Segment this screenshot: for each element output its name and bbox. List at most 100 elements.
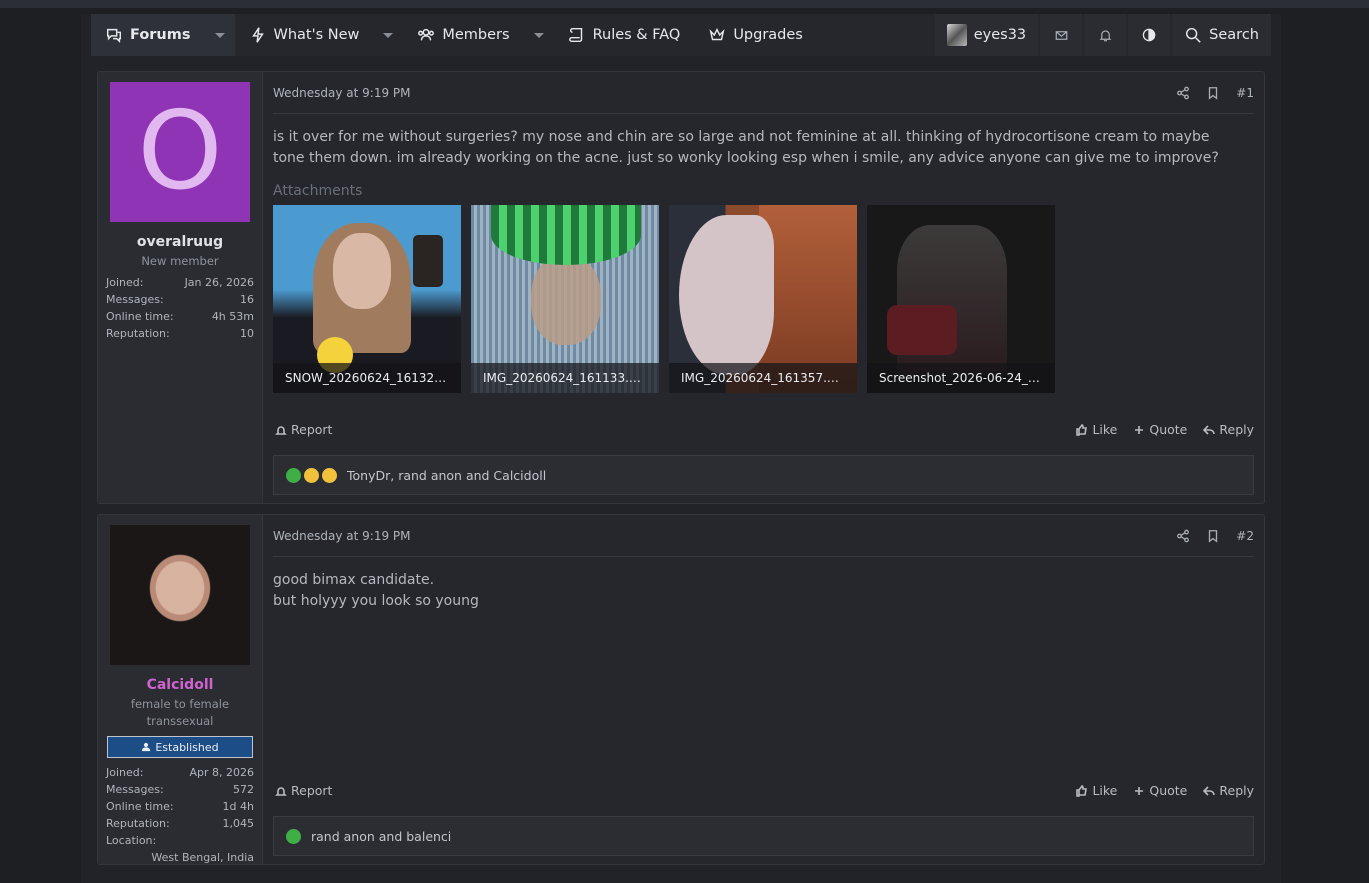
user-avatar[interactable]: O [110, 82, 250, 222]
messages-value: 572 [233, 783, 254, 796]
post-header: Wednesday at 9:19 PM #1 [273, 72, 1254, 114]
post-actions: Report Like Quote Reply [273, 783, 1254, 798]
avatar-letter: O [137, 89, 223, 214]
theme-toggle-button[interactable] [1128, 14, 1171, 56]
post-author-name[interactable]: overalruug [106, 234, 254, 250]
reply-label: Reply [1219, 422, 1254, 437]
crown-icon [709, 27, 725, 41]
reactions-bar[interactable]: TonyDr, rand anon and Calcidoll [273, 455, 1254, 495]
scroll-icon [568, 27, 582, 43]
report-label: Report [291, 422, 333, 437]
nav-tab-members[interactable]: Members [403, 14, 523, 56]
bookmark-icon[interactable] [1206, 86, 1220, 100]
messages-label: Messages: [106, 293, 164, 306]
reactions-bar[interactable]: rand anon and balenci [273, 816, 1254, 856]
attachment-thumbnail[interactable]: SNOW_20260624_161324_... [273, 205, 461, 393]
search-button[interactable]: Search [1172, 14, 1271, 56]
bolt-icon [251, 27, 264, 43]
messages-value: 16 [240, 293, 254, 306]
nav-tab-upgrades[interactable]: Upgrades [694, 14, 817, 56]
reply-button[interactable]: Reply [1203, 422, 1254, 437]
account-button[interactable]: eyes33 [934, 14, 1039, 56]
like-button[interactable]: Like [1076, 783, 1117, 798]
whats-new-dropdown-caret[interactable] [373, 14, 403, 56]
envelope-icon [1055, 30, 1068, 40]
post-author-name[interactable]: Calcidoll [106, 677, 254, 693]
reactions-users[interactable]: rand anon and balenci [311, 829, 451, 844]
report-button[interactable]: Report [275, 783, 332, 798]
message-line: but holyyy you look so young [273, 593, 479, 609]
nav-members-label: Members [442, 27, 510, 43]
quote-label: Quote [1149, 422, 1188, 437]
like-reaction-icon [286, 467, 301, 483]
nav-tab-forums[interactable]: Forums [91, 14, 205, 56]
reply-icon [1203, 424, 1216, 435]
attachments-heading: Attachments [273, 183, 363, 199]
nav-rules-label: Rules & FAQ [592, 27, 681, 43]
share-icon[interactable] [1176, 86, 1190, 100]
post-message: is it over for me without surgeries? my … [273, 129, 1219, 166]
user-avatar [946, 24, 967, 46]
post-header: Wednesday at 9:19 PM #2 [273, 515, 1254, 557]
joined-value: Jan 26, 2026 [184, 276, 254, 289]
bell-icon [275, 786, 287, 796]
chevron-down-icon [533, 32, 544, 38]
post-number[interactable]: #1 [1236, 86, 1254, 100]
quote-button[interactable]: Quote [1133, 422, 1187, 437]
user-stats: Joined: Jan 26, 2026 Messages: 16 Online t… [106, 274, 254, 342]
nav-username: eyes33 [973, 27, 1027, 43]
nav-forums-label: Forums [130, 27, 191, 43]
user-stats: Joined: Apr 8, 2026 Messages: 572 Online t… [106, 764, 254, 866]
post-2-user-panel: Calcidoll female to female transsexual E… [98, 515, 263, 864]
reply-button[interactable]: Reply [1203, 783, 1254, 798]
quote-button[interactable]: Quote [1133, 783, 1187, 798]
nav-tab-whats-new[interactable]: What's New [235, 14, 374, 56]
nav-user-area: eyes33 Search [933, 14, 1271, 56]
banner-label: Established [155, 740, 219, 754]
attachment-filename: IMG_20260624_161357.we... [669, 363, 857, 393]
bookmark-icon[interactable] [1206, 529, 1220, 543]
reputation-label: Reputation: [106, 817, 170, 830]
members-dropdown-caret[interactable] [524, 14, 554, 56]
nav-upgrades-label: Upgrades [733, 27, 803, 43]
chevron-down-icon [214, 32, 225, 38]
like-label: Like [1092, 783, 1118, 798]
messages-label: Messages: [106, 783, 164, 796]
online-time-label: Online time: [106, 800, 174, 813]
forums-dropdown-caret[interactable] [204, 14, 235, 56]
alerts-button[interactable] [1084, 14, 1127, 56]
online-time-label: Online time: [106, 310, 174, 323]
joined-label: Joined: [106, 276, 144, 289]
users-icon [418, 28, 435, 41]
post-actions: Report Like Quote Reply [273, 422, 1254, 437]
thumbs-up-icon [1076, 784, 1088, 797]
post-1-body: Wednesday at 9:19 PM #1 is it over for m… [263, 72, 1264, 503]
nav-tab-rules[interactable]: Rules & FAQ [554, 14, 695, 56]
plus-icon [1135, 425, 1144, 434]
joined-value: Apr 8, 2026 [189, 766, 254, 779]
chevron-down-icon [383, 32, 394, 38]
attachment-filename: IMG_20260624_161133.we... [471, 363, 659, 393]
share-icon[interactable] [1176, 529, 1190, 543]
post-date[interactable]: Wednesday at 9:19 PM [273, 86, 1176, 100]
post-date[interactable]: Wednesday at 9:19 PM [273, 529, 1176, 543]
attachment-filename: SNOW_20260624_161324_... [273, 363, 461, 393]
contrast-icon [1142, 28, 1156, 42]
attachment-thumbnail[interactable]: IMG_20260624_161133.we... [471, 205, 659, 393]
attachment-thumbnail[interactable]: IMG_20260624_161357.we... [669, 205, 857, 393]
top-strip [0, 0, 1369, 8]
user-avatar[interactable] [110, 525, 250, 665]
user-icon [142, 742, 151, 752]
attachment-thumbnail[interactable]: Screenshot_2026-06-24_15... [867, 205, 1055, 393]
like-button[interactable]: Like [1076, 422, 1117, 437]
report-button[interactable]: Report [275, 422, 332, 437]
post-number[interactable]: #2 [1236, 529, 1254, 543]
online-time-value: 1d 4h [222, 800, 254, 813]
post-1: O overalruug New member Joined: Jan 26, 2… [97, 71, 1265, 504]
plus-icon [1135, 786, 1144, 795]
attachments-list: SNOW_20260624_161324_... IMG_20260624_16… [273, 205, 1254, 393]
message-line: good bimax candidate. [273, 572, 435, 588]
reactions-users[interactable]: TonyDr, rand anon and Calcidoll [347, 468, 546, 483]
inbox-button[interactable] [1040, 14, 1083, 56]
like-reaction-icon [286, 828, 301, 844]
